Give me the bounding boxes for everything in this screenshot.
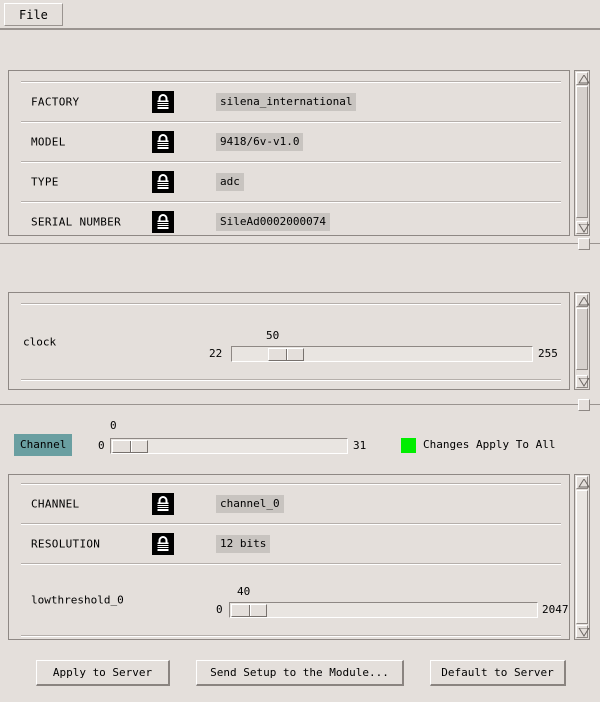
field-value-factory: silena_international <box>216 93 357 111</box>
slider-channel[interactable]: 0 0 31 <box>98 419 367 454</box>
lock-icon[interactable] <box>152 211 174 233</box>
lock-icon[interactable] <box>152 493 174 515</box>
scroll-down-arrow-icon[interactable] <box>576 375 590 388</box>
field-row-type: TYPE adc <box>9 162 569 202</box>
sash-grip-2[interactable] <box>578 399 590 411</box>
slider-row-lowthreshold: lowthreshold_0 40 0 2047 <box>9 564 569 636</box>
slider-thumb-lowthreshold[interactable] <box>231 604 267 617</box>
slider-label-lowthreshold: lowthreshold_0 <box>31 593 124 607</box>
channel-settings-scrollbar[interactable] <box>574 474 590 640</box>
slider-lowthreshold[interactable]: 40 0 2047 <box>209 585 569 618</box>
slider-max-channel: 31 <box>353 439 367 452</box>
field-value-type: adc <box>216 173 244 191</box>
slider-track-lowthreshold[interactable] <box>229 602 538 618</box>
field-value-channel: channel_0 <box>216 495 284 513</box>
slider-thumb-channel[interactable] <box>112 440 148 453</box>
field-row-serial-number: SERIAL NUMBER SileAd0002000074 <box>9 202 569 235</box>
slider-min-clock: 22 <box>209 347 223 360</box>
field-row-model: MODEL 9418/6v-v1.0 <box>9 122 569 162</box>
slider-label-clock: clock <box>23 335 57 348</box>
field-label-resolution: RESOLUTION <box>31 537 101 551</box>
sash-grip-1[interactable] <box>578 238 590 250</box>
lock-icon[interactable] <box>152 91 174 113</box>
lock-icon[interactable] <box>152 131 174 153</box>
scroll-down-arrow-icon[interactable] <box>576 221 590 234</box>
field-row-resolution: RESOLUTION 12 bits <box>9 524 569 564</box>
global-settings-panel: clock 22 50 255 <box>8 292 570 390</box>
slider-value-channel: 0 <box>110 419 117 432</box>
slider-max-lowthreshold: 2047 <box>542 603 569 616</box>
lock-icon[interactable] <box>152 171 174 193</box>
channel-selector-strip: Channel 0 0 31 Changes Apply To All <box>0 412 600 466</box>
scrollbar-thumb[interactable] <box>576 308 588 370</box>
field-row-factory: FACTORY silena_international <box>9 82 569 122</box>
global-settings-scrollbar[interactable] <box>574 292 590 390</box>
sash-divider-2 <box>0 404 600 405</box>
slider-value-clock: 50 <box>266 329 280 342</box>
field-label-serial-number: SERIAL NUMBER <box>31 215 121 229</box>
module-info-panel: FACTORY silena_international MODEL 9418/… <box>8 70 570 236</box>
slider-clock[interactable]: 22 50 255 <box>209 329 558 362</box>
action-button-bar: Apply to Server Send Setup to the Module… <box>0 658 600 692</box>
slider-track-channel[interactable] <box>110 438 348 454</box>
field-row-channel: CHANNEL channel_0 <box>9 484 569 524</box>
scroll-up-arrow-icon[interactable] <box>576 72 590 85</box>
slider-track-clock[interactable] <box>231 346 533 362</box>
changes-apply-to-all-label: Changes Apply To All <box>423 438 556 451</box>
default-to-server-button[interactable]: Default to Server <box>430 660 566 686</box>
scroll-up-arrow-icon[interactable] <box>576 476 590 489</box>
slider-thumb-clock[interactable] <box>268 348 304 361</box>
field-value-serial-number: SileAd0002000074 <box>216 213 330 231</box>
send-setup-button[interactable]: Send Setup to the Module... <box>196 660 404 686</box>
menu-file[interactable]: File <box>4 3 63 26</box>
apply-to-server-button[interactable]: Apply to Server <box>36 660 170 686</box>
module-info-scrollbar[interactable] <box>574 70 590 236</box>
divider <box>21 379 561 381</box>
slider-value-lowthreshold: 40 <box>237 585 251 598</box>
divider <box>21 635 561 637</box>
field-label-type: TYPE <box>31 175 59 189</box>
scrollbar-thumb[interactable] <box>576 490 588 624</box>
slider-min-channel: 0 <box>98 439 105 452</box>
field-value-resolution: 12 bits <box>216 535 271 553</box>
field-label-channel: CHANNEL <box>31 497 80 511</box>
slider-max-clock: 255 <box>538 347 558 360</box>
field-label-factory: FACTORY <box>31 95 80 109</box>
channel-selector-label[interactable]: Channel <box>14 434 73 456</box>
scrollbar-thumb[interactable] <box>576 86 588 218</box>
channel-settings-panel: CHANNEL channel_0 RESOLUTION 12 bits low… <box>8 474 570 640</box>
changes-apply-to-all-indicator[interactable] <box>401 438 416 453</box>
menu-bar: File <box>0 0 600 30</box>
field-value-model: 9418/6v-v1.0 <box>216 133 304 151</box>
lock-icon[interactable] <box>152 533 174 555</box>
scroll-down-arrow-icon[interactable] <box>576 625 590 638</box>
sash-divider-1 <box>0 243 600 244</box>
slider-row-clock: clock 22 50 255 <box>9 304 569 379</box>
application-window: File FACTORY silena_international MODEL … <box>0 0 600 702</box>
scroll-up-arrow-icon[interactable] <box>576 294 590 307</box>
slider-min-lowthreshold: 0 <box>216 603 223 616</box>
field-label-model: MODEL <box>31 135 66 149</box>
